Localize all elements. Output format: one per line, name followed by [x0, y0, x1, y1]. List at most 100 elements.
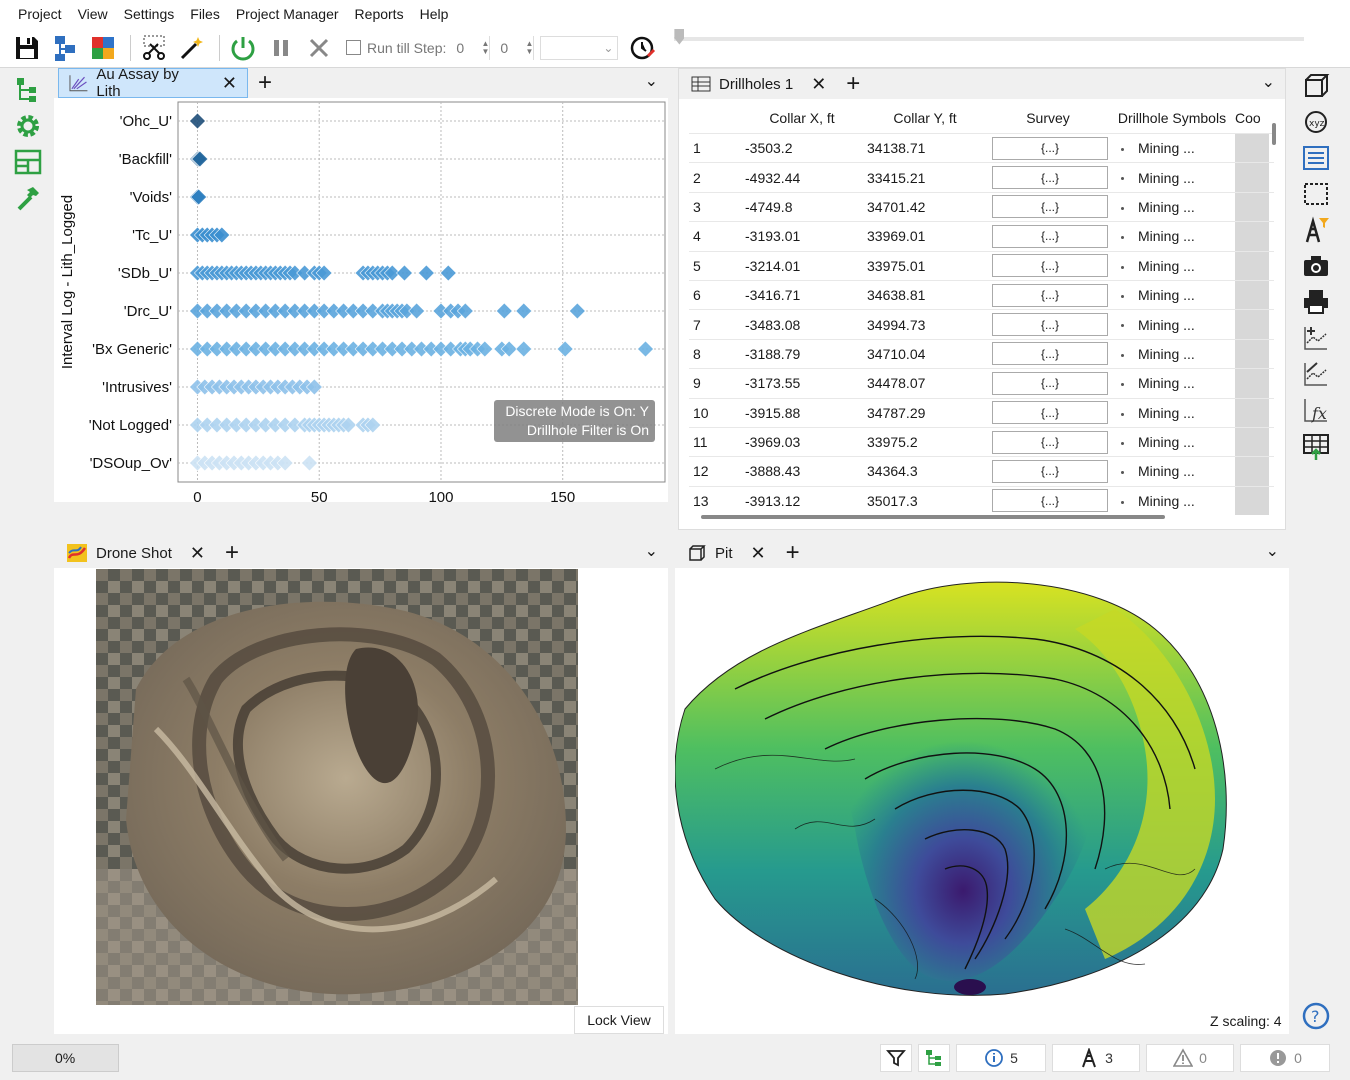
menu-view[interactable]: View: [70, 6, 116, 22]
save-button[interactable]: [10, 31, 44, 65]
add-chart-button[interactable]: [1294, 320, 1338, 356]
magic-wand-button[interactable]: [175, 31, 209, 65]
close-icon[interactable]: ✕: [811, 74, 826, 95]
col-header-survey[interactable]: Survey: [987, 110, 1109, 126]
coo-cell[interactable]: [1235, 339, 1269, 369]
table-row[interactable]: 8 -3188.79 34710.04 {...} Mining ...: [689, 338, 1274, 369]
drillhole-symbols-cell[interactable]: Mining ...: [1109, 493, 1235, 509]
add-tab-button[interactable]: +: [846, 70, 860, 98]
collar-x-cell[interactable]: -3503.2: [741, 140, 863, 156]
coo-cell[interactable]: [1235, 457, 1269, 486]
survey-button[interactable]: {...}: [992, 430, 1108, 454]
export-table-button[interactable]: [1294, 428, 1338, 464]
survey-button[interactable]: {...}: [992, 371, 1108, 395]
menu-reports[interactable]: Reports: [347, 6, 412, 22]
coo-cell[interactable]: [1235, 310, 1269, 339]
tab-pit[interactable]: Pit ✕: [677, 538, 776, 568]
table-row[interactable]: 2 -4932.44 33415.21 {...} Mining ...: [689, 162, 1274, 192]
collar-y-cell[interactable]: 34138.71: [863, 140, 987, 156]
collar-x-cell[interactable]: -4749.8: [741, 199, 863, 215]
menu-help[interactable]: Help: [412, 6, 457, 22]
drillhole-status-button[interactable]: 3: [1052, 1044, 1140, 1072]
drillhole-filter-button[interactable]: [1294, 212, 1338, 248]
properties-button[interactable]: [1294, 140, 1338, 176]
close-icon[interactable]: ✕: [190, 543, 205, 564]
collar-x-cell[interactable]: -4932.44: [741, 170, 863, 186]
menu-project[interactable]: Project: [10, 6, 70, 22]
collar-y-cell[interactable]: 35017.3: [863, 493, 987, 509]
slider-handle[interactable]: [674, 28, 685, 45]
chevron-down-icon[interactable]: ⌄: [1266, 541, 1279, 561]
collar-y-cell[interactable]: 33969.01: [863, 228, 987, 244]
table-row[interactable]: 4 -3193.01 33969.01 {...} Mining ...: [689, 221, 1274, 251]
collar-y-cell[interactable]: 33975.2: [863, 434, 987, 450]
lock-view-button[interactable]: Lock View: [574, 1006, 664, 1034]
col-header-collar-x[interactable]: Collar X, ft: [741, 110, 863, 126]
drillhole-symbols-cell[interactable]: Mining ...: [1109, 287, 1235, 303]
survey-button[interactable]: {...}: [992, 313, 1108, 337]
table-row[interactable]: 11 -3969.03 33975.2 {...} Mining ...: [689, 426, 1274, 457]
edit-chart-button[interactable]: [1294, 356, 1338, 392]
table-row[interactable]: 12 -3888.43 34364.3 {...} Mining ...: [689, 456, 1274, 486]
drillhole-symbols-cell[interactable]: Mining ...: [1109, 199, 1235, 215]
collar-x-cell[interactable]: -3193.01: [741, 228, 863, 244]
collar-x-cell[interactable]: -3888.43: [741, 463, 863, 479]
survey-button[interactable]: {...}: [992, 195, 1108, 219]
chevron-down-icon[interactable]: ⌄: [1262, 72, 1275, 92]
survey-button[interactable]: {...}: [992, 342, 1108, 366]
close-icon[interactable]: ✕: [751, 543, 766, 564]
table-vscrollbar[interactable]: [1272, 123, 1276, 145]
scatter-chart[interactable]: 'Ohc_U' 'Backfill' 'Voids' 'Tc_U' 'SDb_U' 'Dr…: [54, 98, 668, 502]
table-row[interactable]: 3 -4749.8 34701.42 {...} Mining ...: [689, 191, 1274, 222]
coo-cell[interactable]: [1235, 163, 1269, 192]
survey-button[interactable]: {...}: [992, 401, 1108, 425]
collar-x-cell[interactable]: -3188.79: [741, 346, 863, 362]
tools-button[interactable]: [8, 180, 48, 216]
add-tab-button[interactable]: +: [786, 539, 800, 567]
coo-cell[interactable]: [1235, 280, 1269, 310]
collar-y-cell[interactable]: 34478.07: [863, 375, 987, 391]
drillhole-symbols-cell[interactable]: Mining ...: [1109, 258, 1235, 274]
tree-view-button[interactable]: [8, 72, 48, 108]
survey-button[interactable]: {...}: [992, 459, 1108, 483]
coo-cell[interactable]: [1235, 222, 1269, 251]
step-combo[interactable]: ⌄: [540, 35, 619, 60]
collar-x-cell[interactable]: -3913.12: [741, 493, 863, 509]
col-header-coo[interactable]: Coo: [1235, 110, 1269, 126]
chevron-down-icon[interactable]: ⌄: [645, 541, 658, 561]
add-tab-button[interactable]: +: [225, 539, 239, 567]
survey-button[interactable]: {...}: [992, 489, 1108, 513]
help-button[interactable]: ?: [1302, 1002, 1330, 1030]
coordinate-transform-button[interactable]: xyz: [1294, 104, 1338, 140]
print-button[interactable]: [1294, 284, 1338, 320]
coo-cell[interactable]: [1235, 369, 1269, 398]
collar-x-cell[interactable]: -3173.55: [741, 375, 863, 391]
drillhole-symbols-cell[interactable]: Mining ...: [1109, 434, 1235, 450]
collar-x-cell[interactable]: -3416.71: [741, 287, 863, 303]
tab-drone-shot[interactable]: Drone Shot ✕: [56, 538, 215, 568]
collar-y-cell[interactable]: 34638.81: [863, 287, 987, 303]
collar-y-cell[interactable]: 34787.29: [863, 405, 987, 421]
coo-cell[interactable]: [1235, 134, 1269, 163]
pit-3d-view[interactable]: [675, 569, 1289, 1005]
tab-au-assay[interactable]: Au Assay by Lith ✕: [58, 66, 248, 100]
survey-button[interactable]: {...}: [992, 254, 1108, 278]
close-icon[interactable]: ✕: [222, 73, 237, 94]
stop-button[interactable]: [302, 31, 336, 65]
table-hscrollbar[interactable]: [701, 515, 1165, 519]
selection-button[interactable]: [1294, 176, 1338, 212]
collar-x-cell[interactable]: -3915.88: [741, 405, 863, 421]
drillhole-symbols-cell[interactable]: Mining ...: [1109, 170, 1235, 186]
step-to-spinner[interactable]: 0 ▲ ▼: [496, 35, 535, 60]
run-till-step-checkbox[interactable]: [346, 40, 361, 55]
table-row[interactable]: 1 -3503.2 34138.71 {...} Mining ...: [689, 133, 1274, 163]
step-from-spinner[interactable]: 0 ▲ ▼: [452, 35, 491, 60]
col-header-drillhole-symbols[interactable]: Drillhole Symbols: [1109, 110, 1235, 126]
collar-y-cell[interactable]: 34364.3: [863, 463, 987, 479]
drone-aerial-image[interactable]: [96, 569, 578, 1005]
table-row[interactable]: 6 -3416.71 34638.81 {...} Mining ...: [689, 279, 1274, 310]
coo-cell[interactable]: [1235, 398, 1269, 427]
collar-y-cell[interactable]: 34710.04: [863, 346, 987, 362]
survey-button[interactable]: {...}: [992, 224, 1108, 248]
pause-button[interactable]: [264, 31, 298, 65]
